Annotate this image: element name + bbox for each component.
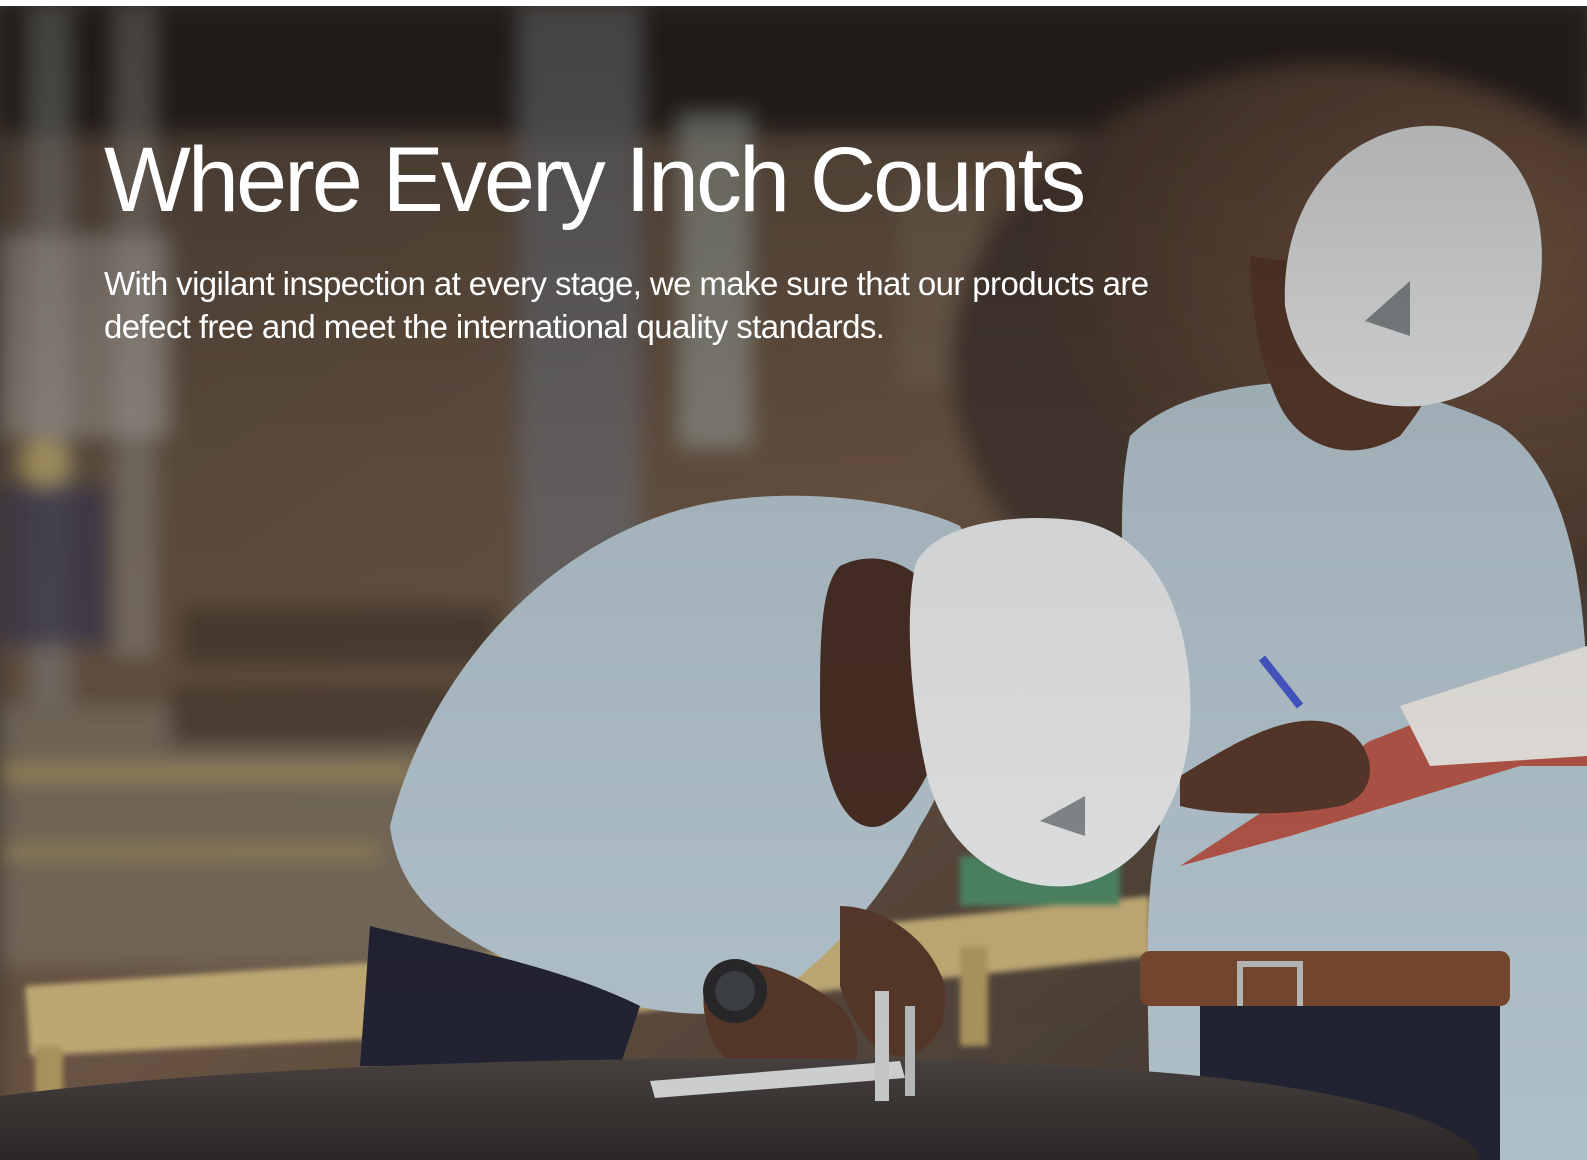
hero-subtext: With vigilant inspection at every stage,…	[104, 265, 1149, 345]
hero-headline: Where Every Inch Counts	[104, 129, 1086, 231]
hero-banner: Where Every Inch Counts With vigilant in…	[0, 6, 1587, 1160]
